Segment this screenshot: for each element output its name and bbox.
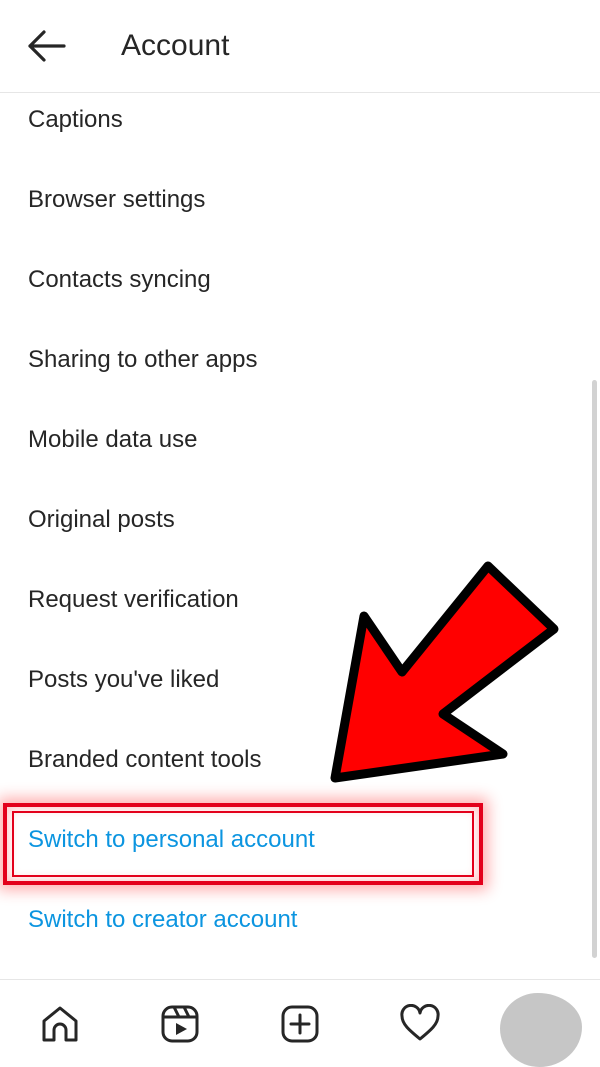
create-post-icon: [281, 1005, 319, 1043]
switch-to-personal-account-link[interactable]: Switch to personal account: [0, 800, 590, 880]
settings-item-posts-liked[interactable]: Posts you've liked: [0, 640, 590, 720]
settings-item-original-posts[interactable]: Original posts: [0, 480, 590, 560]
create-post-button[interactable]: [280, 1004, 320, 1044]
back-button[interactable]: [24, 26, 68, 66]
activity-button[interactable]: [400, 1003, 440, 1044]
settings-item-request-verification[interactable]: Request verification: [0, 560, 590, 640]
switch-to-creator-account-link[interactable]: Switch to creator account: [0, 880, 590, 960]
arrow-left-icon: [28, 30, 66, 62]
settings-item-mobile-data-use[interactable]: Mobile data use: [0, 400, 590, 480]
home-button[interactable]: [40, 1004, 80, 1044]
settings-item-contacts-syncing[interactable]: Contacts syncing: [0, 240, 590, 320]
settings-item-sharing-to-other-apps[interactable]: Sharing to other apps: [0, 320, 590, 400]
profile-avatar[interactable]: [500, 993, 582, 1067]
settings-item-browser-settings[interactable]: Browser settings: [0, 160, 590, 240]
bottom-navigation: [0, 979, 600, 1067]
scrollbar[interactable]: [592, 380, 597, 958]
activity-heart-icon: [400, 1003, 440, 1041]
settings-item-branded-content-tools[interactable]: Branded content tools: [0, 720, 590, 800]
reels-icon: [161, 1005, 199, 1043]
settings-item-captions[interactable]: Captions: [0, 80, 590, 160]
page-title: Account: [121, 29, 230, 62]
reels-button[interactable]: [160, 1004, 200, 1044]
home-icon: [42, 1006, 78, 1042]
